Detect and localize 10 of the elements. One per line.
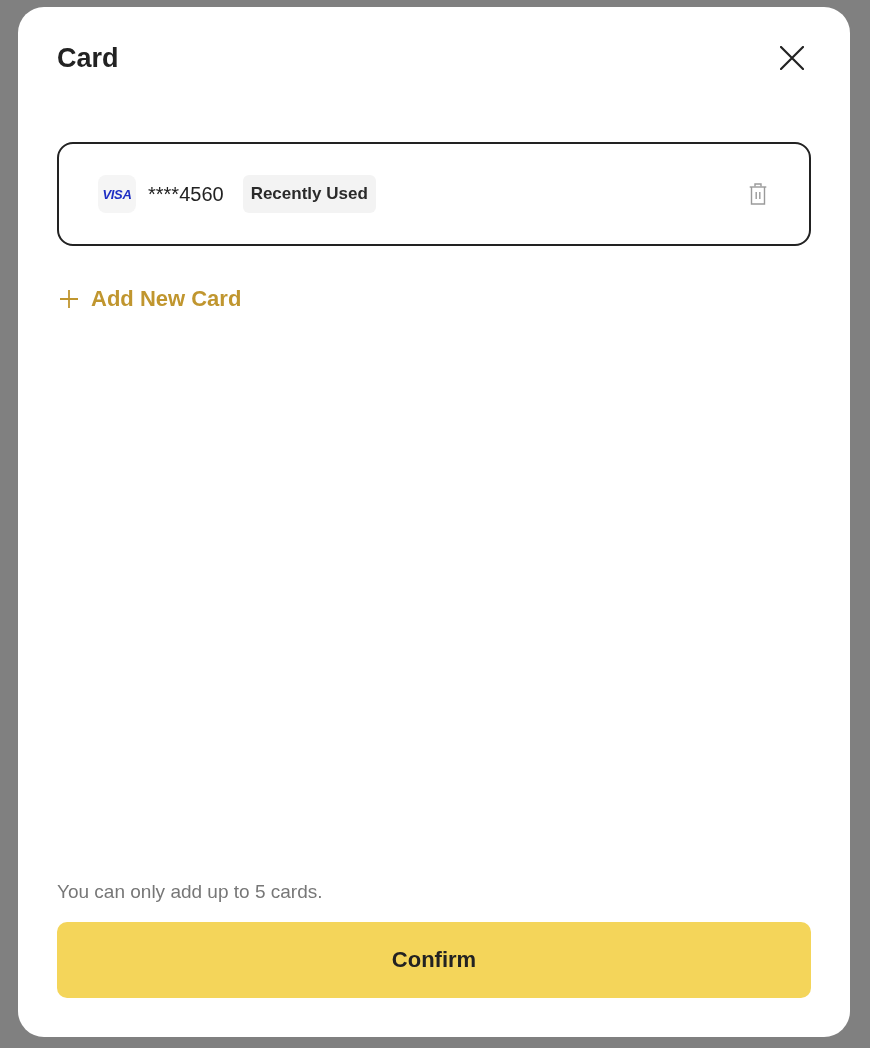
plus-icon [60, 290, 78, 308]
dialog-title: Card [57, 42, 119, 74]
close-icon[interactable] [780, 46, 804, 70]
card-row[interactable]: VISA ****4560 Recently Used [57, 142, 811, 246]
card-brand-logo: VISA [98, 175, 136, 213]
card-limit-note: You can only add up to 5 cards. [57, 880, 324, 904]
recently-used-tag: Recently Used [242, 175, 376, 213]
card-number: ****4560 [148, 182, 224, 206]
trash-icon[interactable] [749, 183, 767, 205]
confirm-button[interactable]: Confirm [57, 922, 811, 998]
